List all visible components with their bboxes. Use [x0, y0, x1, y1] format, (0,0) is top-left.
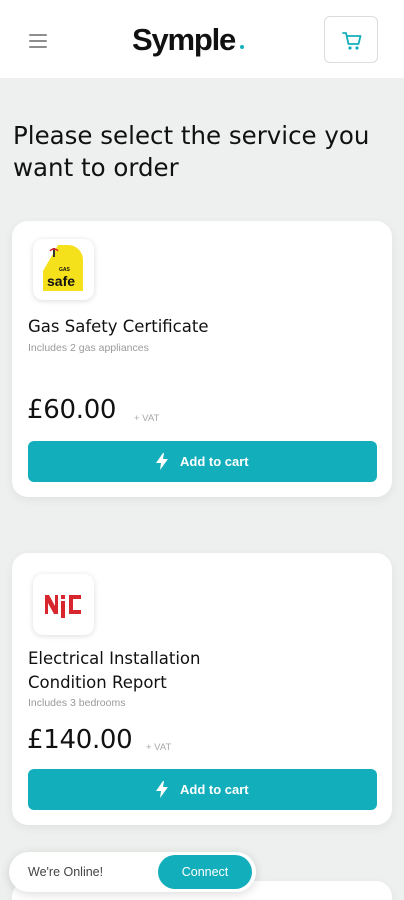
page-title: Please select the service you want to or… — [13, 121, 370, 182]
vat-label: + VAT — [146, 742, 172, 753]
lightning-icon — [156, 453, 168, 470]
svg-text:safe: safe — [47, 273, 75, 289]
add-to-cart-label: Add to cart — [180, 454, 249, 469]
gas-safe-badge: GAS safe — [33, 239, 94, 300]
service-name: Electrical Installation Condition Report — [28, 647, 248, 695]
brand-logo[interactable]: Symple — [132, 22, 236, 58]
service-price: £60.00 — [27, 395, 117, 425]
logo-dot — [240, 45, 244, 49]
cart-button[interactable] — [324, 16, 378, 63]
nic-badge — [33, 574, 94, 635]
app-header: Symple — [0, 0, 404, 78]
service-card-eicr: Electrical Installation Condition Report… — [12, 553, 392, 825]
hamburger-icon-bar — [29, 40, 47, 42]
vat-label: + VAT — [134, 413, 160, 424]
connect-button[interactable]: Connect — [158, 855, 252, 889]
service-subtitle: Includes 2 gas appliances — [28, 342, 149, 354]
hamburger-icon-bar — [29, 46, 47, 48]
hamburger-icon — [29, 34, 47, 36]
gas-safe-logo: GAS safe — [43, 245, 83, 291]
service-name: Gas Safety Certificate — [28, 317, 209, 336]
add-to-cart-button[interactable]: Add to cart — [28, 769, 377, 810]
menu-button[interactable] — [28, 31, 50, 49]
chat-status-text: We're Online! — [28, 865, 104, 879]
service-price: £140.00 — [27, 725, 133, 755]
chat-widget: We're Online! Connect — [9, 852, 256, 892]
service-name-line1: Electrical Installation — [28, 649, 201, 668]
service-card-gas-safety: GAS safe Gas Safety Certificate Includes… — [12, 221, 392, 497]
lightning-icon — [156, 781, 168, 798]
nic-logo — [45, 595, 81, 618]
service-subtitle: Includes 3 bedrooms — [28, 697, 126, 709]
cart-icon — [342, 32, 362, 50]
service-name-line2: Condition Report — [28, 673, 167, 692]
add-to-cart-button[interactable]: Add to cart — [28, 441, 377, 482]
add-to-cart-label: Add to cart — [180, 782, 249, 797]
